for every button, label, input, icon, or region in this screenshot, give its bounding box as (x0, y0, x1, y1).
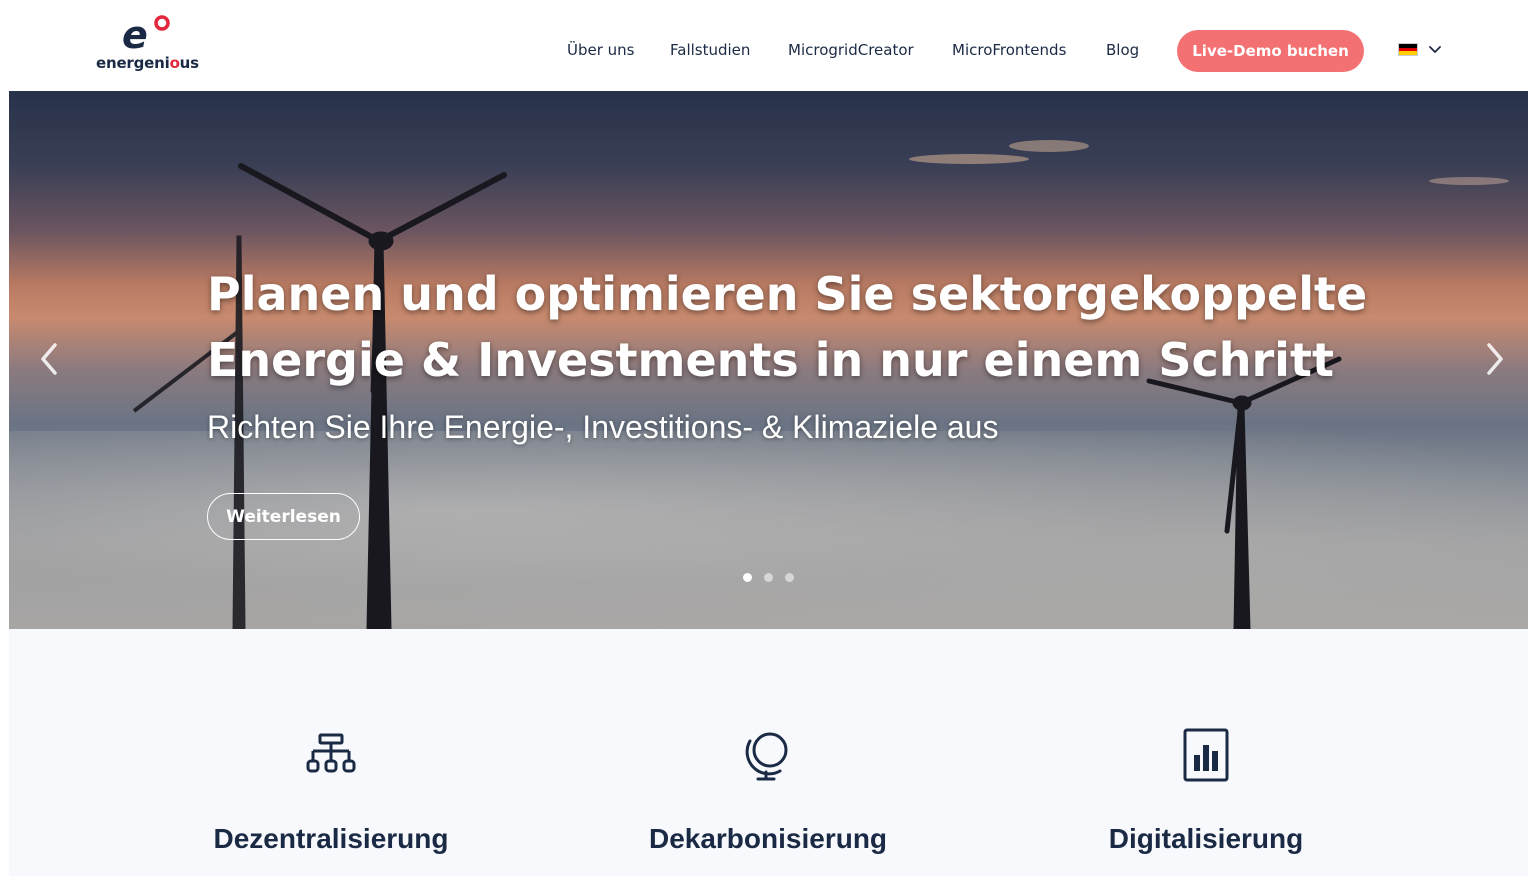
bar-chart-icon (1183, 728, 1229, 782)
nav-item-ueber-uns[interactable]: Über uns (567, 41, 635, 59)
energenious-logo[interactable]: e energenious (96, 14, 206, 76)
hero-carousel: Planen und optimieren Sie sektorgekoppel… (9, 91, 1528, 629)
nav-item-blog[interactable]: Blog (1106, 41, 1139, 59)
logo-wordmark: energenious (96, 54, 199, 72)
hero-title-line-2: Energie & Investments in nur einem Schri… (207, 333, 1334, 387)
chevron-down-icon (1429, 46, 1441, 53)
hero-title-line-1: Planen und optimieren Sie sektorgekoppel… (207, 267, 1368, 321)
feature-title-digitalisierung: Digitalisierung (1108, 823, 1304, 854)
read-more-button[interactable]: Weiterlesen (207, 493, 360, 540)
hero-subtitle: Richten Sie Ihre Energie-, Investitions-… (207, 409, 999, 445)
chevron-left-icon[interactable] (35, 341, 65, 377)
globe-icon (745, 732, 788, 781)
nav-item-microgridcreator[interactable]: MicrogridCreator (788, 41, 914, 59)
features-section: Dezentralisierung Dekarbonisierung Digit… (9, 629, 1528, 876)
logo-mark-icon: e (122, 14, 170, 54)
carousel-dot-2[interactable] (764, 573, 773, 582)
carousel-indicators (742, 573, 802, 585)
chevron-right-icon[interactable] (1479, 341, 1509, 377)
site-header: e energenious Über uns Fallstudien Micro… (0, 0, 1539, 91)
language-selector[interactable] (1398, 42, 1444, 60)
carousel-dot-1[interactable] (743, 573, 752, 582)
svg-text:e: e (122, 14, 148, 54)
feature-dekarbonisierung: Dekarbonisierung (588, 727, 948, 854)
feature-digitalisierung: Digitalisierung (1026, 727, 1386, 854)
live-demo-button[interactable]: Live-Demo buchen (1177, 30, 1364, 72)
nav-item-fallstudien[interactable]: Fallstudien (670, 41, 750, 59)
german-flag-icon (1398, 43, 1418, 56)
carousel-dot-3[interactable] (785, 573, 794, 582)
feature-title-dezentralisierung: Dezentralisierung (213, 823, 449, 854)
nav-item-microfrontends[interactable]: MicroFrontends (952, 41, 1066, 59)
feature-title-dekarbonisierung: Dekarbonisierung (648, 823, 888, 854)
sitemap-icon (306, 733, 356, 773)
feature-dezentralisierung: Dezentralisierung (151, 727, 511, 854)
hero-title: Planen und optimieren Sie sektorgekoppel… (207, 261, 1407, 393)
